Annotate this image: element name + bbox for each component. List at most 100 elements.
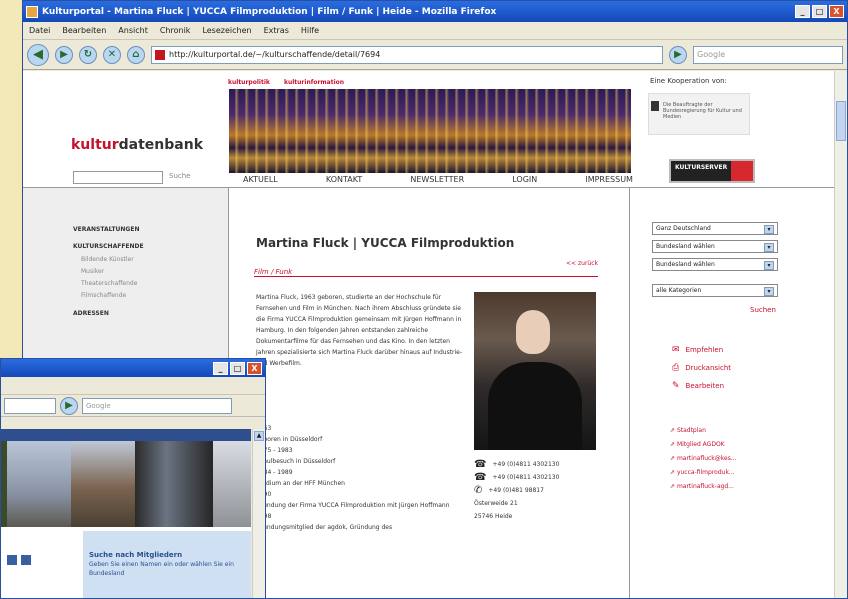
second-vertical-scrollbar[interactable]: ▲ (252, 429, 265, 598)
category-label: Film / Funk (254, 268, 598, 277)
link-agdok[interactable]: ⇗ Mitglied AGDOK (670, 438, 737, 452)
timeline-entry: 1963 (256, 423, 466, 434)
second-maximize-button[interactable]: □ (230, 361, 245, 375)
region-select[interactable]: Ganz Deutschland ▾ (652, 222, 778, 235)
window-title: Kulturportal - Martina Fluck | YUCCA Fil… (42, 6, 497, 17)
fax-row: ✆ +49 (0)481 98817 (474, 484, 559, 497)
title-bar: Kulturportal - Martina Fluck | YUCCA Fil… (23, 1, 847, 22)
kulturserver-text: KULTURSERVER (675, 164, 728, 171)
logo-dark-part: datenbank (118, 137, 204, 153)
mobile-number: +49 (0)4811 4302130 (492, 474, 560, 481)
eagle-icon (651, 101, 659, 111)
member-search-heading: Suche nach Mitgliedern (89, 551, 183, 559)
member-search-text: Geben Sie einen Namen ein oder wählen Si… (89, 561, 234, 577)
subnav-musiker[interactable]: Musiker (81, 266, 144, 278)
link-email-label: martinafluck@kes... (676, 455, 737, 462)
site-search-button[interactable]: Suche (169, 172, 190, 180)
bundesregierung-logo[interactable]: Die Beauftragte der Bundesregierung für … (648, 93, 750, 135)
site-header: kulturpolitik kulturinformation kulturda… (23, 71, 835, 188)
menu-hilfe[interactable]: Hilfe (301, 26, 319, 35)
link-stadtplan[interactable]: ⇗ Stadtplan (670, 424, 737, 438)
portrait-photo (474, 292, 596, 450)
second-go-button[interactable]: ▶ (60, 396, 78, 415)
second-search-box[interactable]: Google (82, 397, 232, 414)
action-druckansicht[interactable]: ⎙ Druckansicht (672, 363, 731, 373)
site-search-input[interactable] (73, 171, 163, 184)
subnav-bildende-kuenstler[interactable]: Bildende Künstler (81, 254, 144, 266)
nav-login[interactable]: LOGIN (512, 175, 537, 184)
photo-strip (1, 441, 251, 527)
left-nav-adressen[interactable]: ADRESSEN (73, 310, 144, 317)
vertical-scrollbar[interactable] (834, 71, 847, 598)
link-kulturinformation[interactable]: kulturinformation (284, 79, 344, 86)
menu-bearbeiten[interactable]: Bearbeiten (62, 26, 106, 35)
address-bar[interactable]: http://kulturportal.de/~/kulturschaffend… (151, 45, 663, 64)
category-select[interactable]: alle Kategorien ▾ (652, 284, 778, 297)
sponsor-text: Die Beauftragte der Bundesregierung für … (663, 102, 742, 120)
second-page-header-band (1, 429, 251, 441)
menu-ansicht[interactable]: Ansicht (118, 26, 148, 35)
reload-icon[interactable]: ↻ (79, 45, 97, 64)
second-minimize-button[interactable]: _ (213, 361, 228, 375)
action-empfehlen-label: Empfehlen (685, 346, 724, 354)
link-agdok-profile[interactable]: ⇗ martinafluck-agd... (670, 480, 737, 494)
go-button[interactable]: ▶ (669, 45, 687, 64)
phone-row: ☎ +49 (0)4811 4302130 (474, 458, 559, 471)
link-email[interactable]: ⇗ martinafluck@kes... (670, 452, 737, 466)
biography-text: Martina Fluck, 1963 geboren, studierte a… (256, 294, 463, 367)
minimize-button[interactable]: _ (795, 5, 810, 18)
scrollbar-thumb[interactable] (836, 101, 846, 141)
back-link[interactable]: << zurück (566, 260, 598, 267)
stop-icon[interactable]: ✕ (103, 45, 121, 64)
maximize-button[interactable]: □ (812, 5, 827, 18)
link-kulturpolitik[interactable]: kulturpolitik (228, 79, 270, 86)
second-browser-window[interactable]: _ □ X ▶ Google Suche nach Mitgliedern Ge… (0, 358, 266, 599)
site-logo[interactable]: kulturdatenbank (71, 137, 203, 153)
left-subnav: Bildende Künstler Musiker Theaterschaffe… (81, 254, 144, 302)
second-close-button[interactable]: X (247, 361, 262, 375)
scroll-up-icon[interactable]: ▲ (254, 431, 264, 441)
second-toolbar-icons (7, 555, 31, 565)
kulturserver-logo[interactable]: KULTURSERVER (669, 159, 755, 183)
menu-extras[interactable]: Extras (264, 26, 289, 35)
nav-newsletter[interactable]: NEWSLETTER (410, 175, 464, 184)
harbor-night-banner (229, 89, 631, 173)
second-address-bar[interactable] (4, 397, 56, 414)
home-icon[interactable]: ⌂ (127, 45, 145, 64)
close-button[interactable]: X (829, 5, 844, 18)
back-button[interactable]: ◀ (27, 43, 49, 66)
link-website[interactable]: ⇗ yucca-filmproduk... (670, 466, 737, 480)
member-search-panel: Suche nach Mitgliedern Geben Sie einen N… (83, 531, 251, 598)
nav-kontakt[interactable]: KONTAKT (326, 175, 362, 184)
state-select-1-value: Bundesland wählen (656, 243, 715, 250)
state-select-1[interactable]: Bundesland wählen ▾ (652, 240, 778, 253)
grid-view-icon[interactable] (7, 555, 17, 565)
forward-button[interactable]: ▶ (55, 45, 73, 64)
search-submit-link[interactable]: Suchen (750, 306, 776, 314)
nav-aktuell[interactable]: AKTUELL (243, 175, 278, 184)
printer-icon: ⎙ (672, 363, 680, 373)
subnav-theaterschaffende[interactable]: Theaterschaffende (81, 278, 144, 290)
menu-chronik[interactable]: Chronik (160, 26, 191, 35)
left-nav-kulturschaffende[interactable]: KULTURSCHAFFENDE (73, 243, 144, 250)
menu-datei[interactable]: Datei (29, 26, 50, 35)
main-content: Martina Fluck | YUCCA Filmproduktion << … (230, 188, 628, 598)
portrait-face (516, 310, 550, 354)
timeline-entry: Gründungsmitglied der agdok, Gründung de… (256, 524, 393, 531)
phone-number: +49 (0)4811 4302130 (492, 461, 560, 468)
list-view-icon[interactable] (21, 555, 31, 565)
left-nav-veranstaltungen[interactable]: VERANSTALTUNGEN (73, 226, 144, 233)
action-empfehlen[interactable]: ✉ Empfehlen (672, 345, 723, 355)
page-title: Martina Fluck | YUCCA Filmproduktion (256, 236, 515, 250)
second-title-bar[interactable]: _ □ X (1, 359, 265, 377)
web-search-box[interactable]: Google (693, 45, 843, 64)
action-bearbeiten[interactable]: ✎ Bearbeiten (672, 381, 724, 391)
mobile-icon: ☎ (474, 472, 487, 483)
menu-lesezeichen[interactable]: Lesezeichen (202, 26, 251, 35)
subnav-filmschaffende[interactable]: Filmschaffende (81, 290, 144, 302)
timeline-entry: 1998 (256, 511, 466, 522)
state-select-2[interactable]: Bundesland wählen ▾ (652, 258, 778, 271)
fax-number: +49 (0)481 98817 (488, 487, 544, 494)
nav-impressum[interactable]: IMPRESSUM (585, 175, 633, 184)
link-agdok-label: Mitglied AGDOK (676, 441, 725, 448)
